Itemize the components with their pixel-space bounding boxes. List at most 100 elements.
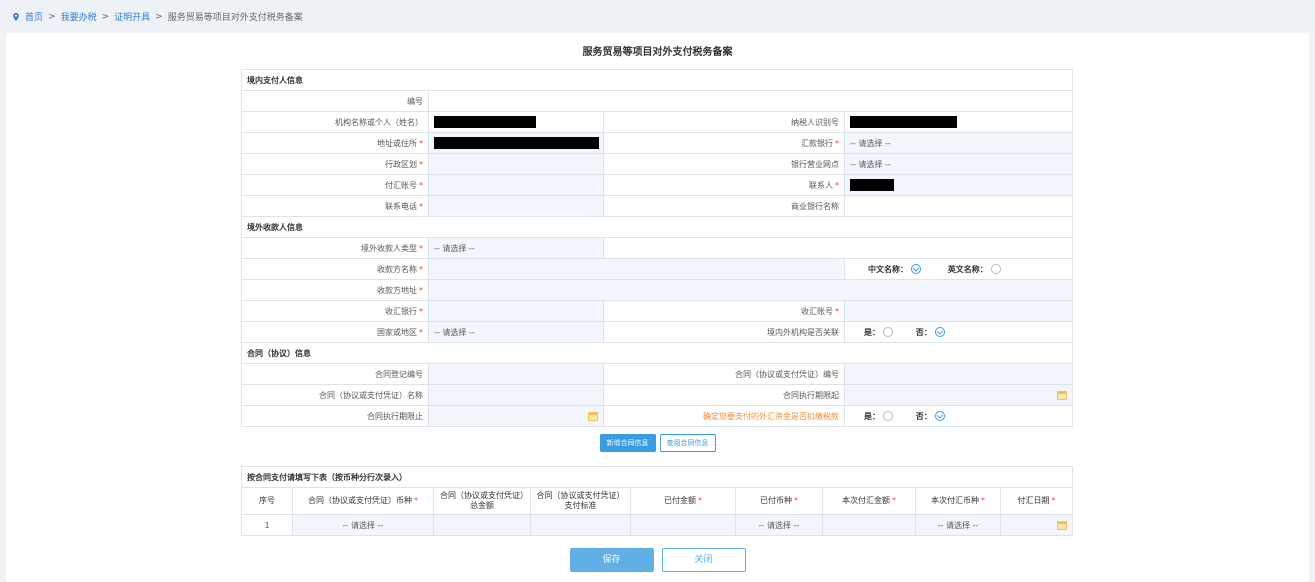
col-header: 本次付汇金额 * (822, 487, 916, 515)
org-name-label: 机构名称或个人（姓名） (241, 111, 429, 133)
redacted-block (850, 116, 957, 128)
phone-input[interactable] (428, 195, 604, 217)
contract-name-input[interactable] (428, 384, 604, 406)
contract-end-label: 合同执行期限止 (241, 405, 429, 427)
contact-input[interactable] (844, 174, 1073, 196)
en-name-radio[interactable] (990, 264, 1001, 274)
payee-name-label: 收款方名称 * (241, 258, 429, 280)
related-label: 境内外机构是否关联 (603, 321, 845, 343)
number-value (428, 90, 1073, 112)
bank-branch-select[interactable]: -- 请选择 -- (844, 153, 1073, 175)
receive-account-input[interactable] (844, 300, 1073, 322)
query-contract-button[interactable]: 查阅合同信息 (659, 434, 716, 452)
col-header: 本次付汇币种 * (915, 487, 1001, 515)
contract-end-date[interactable] (428, 405, 604, 427)
contract-start-date[interactable] (844, 384, 1073, 406)
contract-start-label: 合同执行期限起 (603, 384, 845, 406)
taxpayer-id-label: 纳税人识别号 (603, 111, 845, 133)
org-name-value (428, 111, 604, 133)
receive-bank-input[interactable] (428, 300, 604, 322)
breadcrumb-separator: > (101, 11, 110, 22)
payment-date-input[interactable] (1000, 514, 1073, 536)
contact-label: 联系人 * (603, 174, 845, 196)
related-yes-radio[interactable] (883, 327, 893, 337)
related-radios: 是： 否： (844, 321, 1073, 343)
col-header: 合同（协议或支付凭证）总金额 (433, 487, 531, 515)
payment-header-row: 序号 合同（协议或支付凭证）币种 * 合同（协议或支付凭证）总金额 合同（协议或支… (241, 487, 1073, 515)
contract-reg-input[interactable] (428, 363, 604, 385)
payment-standard-input[interactable] (530, 514, 631, 536)
breadcrumb-separator: > (155, 11, 163, 22)
col-header: 已付金额 * (630, 487, 736, 515)
page-title: 服务贸易等项目对外支付税务备案 (582, 47, 733, 58)
address-input[interactable] (428, 132, 604, 154)
calendar-icon[interactable] (588, 412, 598, 421)
contract-reg-label: 合同登记编号 (241, 363, 429, 385)
contract-currency-select[interactable]: -- 请选择 -- (292, 514, 434, 536)
cn-name-radio[interactable] (911, 264, 921, 274)
section-overseas-payee: 境外收款人信息 (241, 216, 1073, 238)
payment-table: 按合同支付请填写下表（按币种分行次录入） 序号 合同（协议或支付凭证）币种 * 合… (241, 466, 1073, 536)
account-input[interactable] (428, 174, 604, 196)
col-header: 已付币种 * (735, 487, 823, 515)
breadcrumb: 首页 > 我要办税 > 证明开具 > 服务贸易等项目对外支付税务备案 (12, 10, 303, 23)
payee-name-input[interactable] (428, 258, 845, 280)
redacted-block (434, 116, 536, 128)
receive-bank-label: 收汇银行 * (241, 300, 429, 322)
name-type-radios: 中文名称： 英文名称： (844, 258, 1073, 280)
commercial-bank-value (844, 195, 1073, 217)
payee-type-select[interactable]: -- 请选择 -- (428, 237, 604, 259)
section-domestic-payer: 境内支付人信息 (241, 69, 1073, 91)
col-header: 合同（协议或支付凭证）币种 * (292, 487, 434, 515)
remit-bank-select[interactable]: -- 请选择 -- (844, 132, 1073, 154)
country-label: 国家或地区 * (241, 321, 429, 343)
paid-amount-input[interactable] (630, 514, 736, 536)
calendar-icon[interactable] (1057, 521, 1067, 530)
contract-actions: 新增合同信息 查阅合同信息 (0, 434, 1315, 452)
contract-total-input[interactable] (433, 514, 531, 536)
withhold-yes-radio[interactable] (883, 411, 893, 421)
this-amount-input[interactable] (822, 514, 916, 536)
breadcrumb-home[interactable]: 首页 (25, 10, 43, 23)
breadcrumb-tax-service[interactable]: 我要办税 (61, 10, 97, 23)
country-select[interactable]: -- 请选择 -- (428, 321, 604, 343)
admin-region-input[interactable] (428, 153, 604, 175)
paid-currency-select[interactable]: -- 请选择 -- (735, 514, 823, 536)
payee-type-label: 境外收款人类型 * (241, 237, 429, 259)
commercial-bank-label: 商业银行名称 (603, 195, 845, 217)
col-header: 序号 (241, 487, 293, 515)
account-label: 付汇账号 * (241, 174, 429, 196)
admin-region-label: 行政区划 * (241, 153, 429, 175)
contract-name-label: 合同（协议或支付凭证）名称 (241, 384, 429, 406)
taxpayer-id-value (844, 111, 1073, 133)
contract-no-input[interactable] (844, 363, 1073, 385)
breadcrumb-bar: 首页 > 我要办税 > 证明开具 > 服务贸易等项目对外支付税务备案 (0, 0, 1315, 32)
form-actions: 保存 关闭 (0, 548, 1315, 572)
close-button[interactable]: 关闭 (661, 548, 746, 572)
this-currency-select[interactable]: -- 请选择 -- (915, 514, 1001, 536)
phone-label: 联系电话 * (241, 195, 429, 217)
address-label: 地址或住所 * (241, 132, 429, 154)
redacted-block (850, 179, 894, 191)
payee-address-label: 收款方地址 * (241, 279, 429, 301)
bank-branch-label: 银行营业网点 (603, 153, 845, 175)
receive-account-label: 收汇账号 * (603, 300, 845, 322)
related-no-radio[interactable] (934, 327, 945, 337)
col-header: 合同（协议或支付凭证）支付标准 (530, 487, 631, 515)
col-header: 付汇日期 * (1000, 487, 1073, 515)
empty-cell (603, 237, 1073, 259)
redacted-block (434, 137, 599, 149)
withhold-no-radio[interactable] (934, 411, 945, 421)
breadcrumb-certificate[interactable]: 证明开具 (114, 10, 150, 23)
payee-address-input[interactable] (428, 279, 1073, 301)
save-button[interactable]: 保存 (569, 548, 654, 572)
withhold-radios: 是： 否： (844, 405, 1073, 427)
row-number: 1 (241, 514, 293, 536)
number-label: 编号 (241, 90, 429, 112)
add-contract-button[interactable]: 新增合同信息 (599, 434, 656, 452)
table-row: 1 -- 请选择 -- -- 请选择 -- -- 请选择 -- (241, 514, 1073, 536)
breadcrumb-current: 服务贸易等项目对外支付税务备案 (167, 13, 303, 23)
filing-form: 境内支付人信息 编号 机构名称或个人（姓名） 纳税人识别号 地址或住所 * 汇款银… (241, 69, 1073, 427)
calendar-icon[interactable] (1057, 391, 1067, 400)
contract-no-label: 合同（协议或支付凭证）编号 (603, 363, 845, 385)
